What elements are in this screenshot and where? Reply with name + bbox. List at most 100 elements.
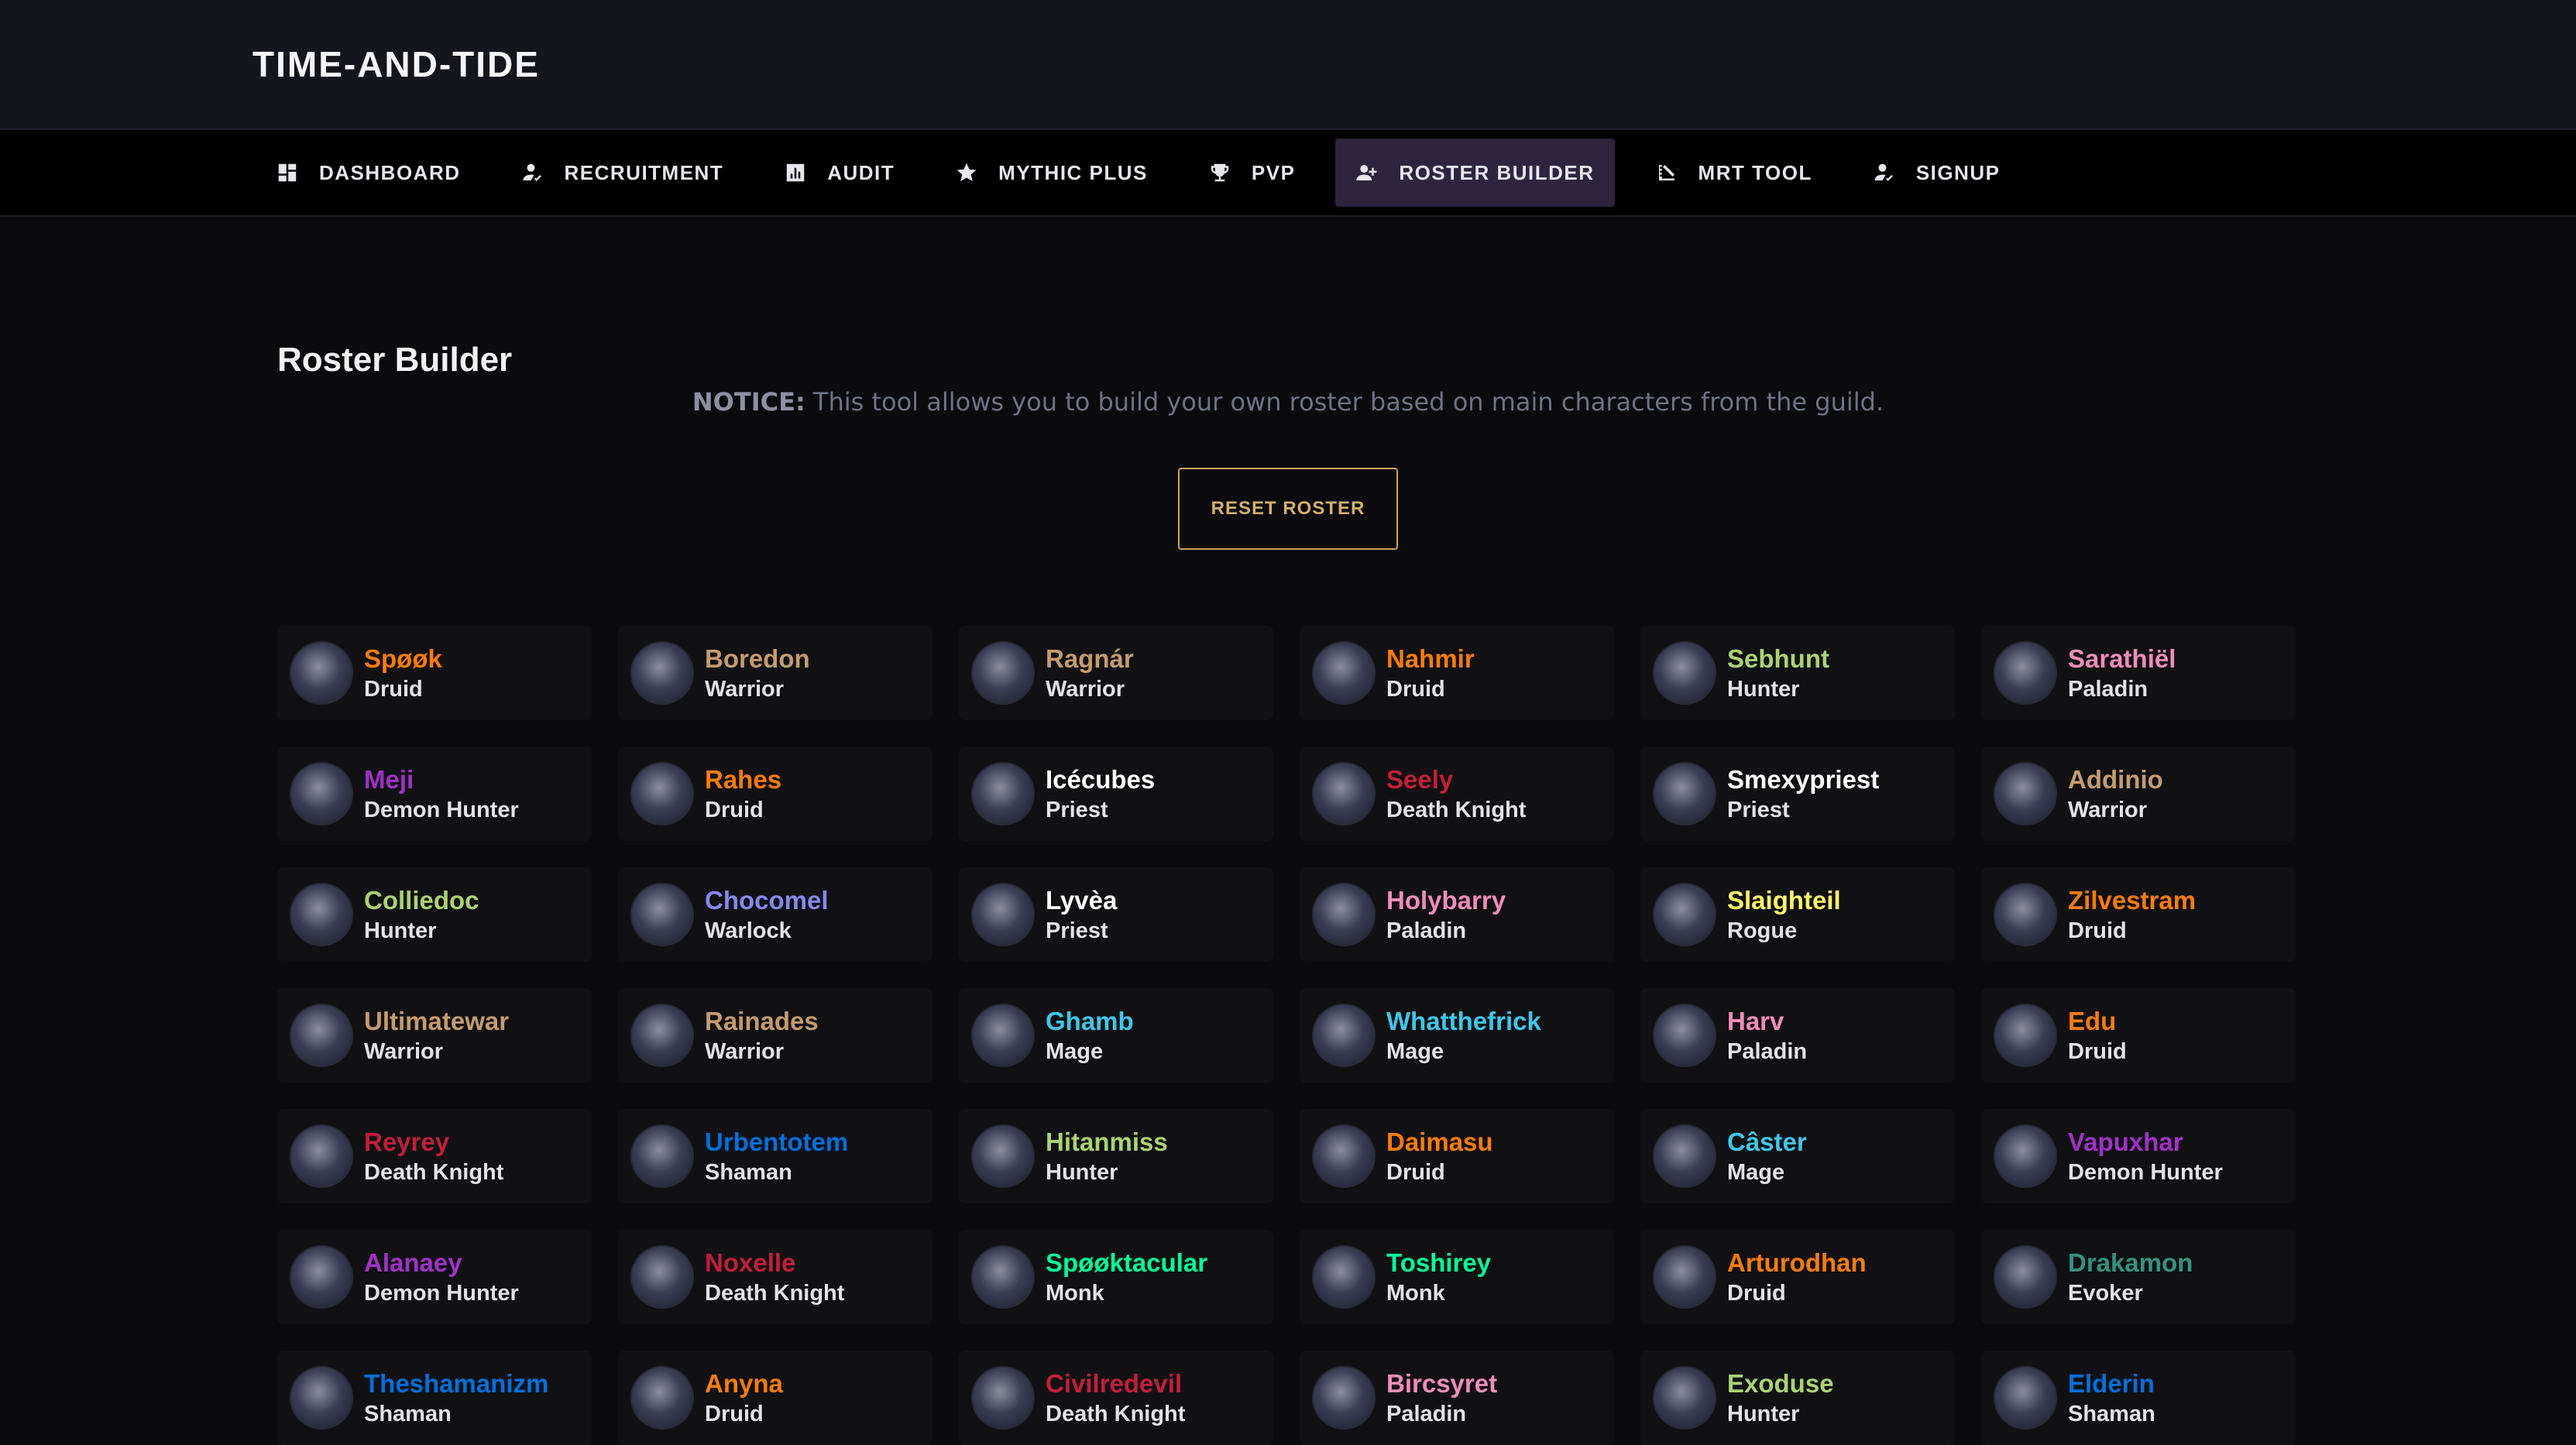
character-avatar <box>1312 1245 1376 1309</box>
character-card[interactable]: Alanaey Demon Hunter <box>277 1230 592 1324</box>
character-card[interactable]: Addinio Warrior <box>1981 747 2296 841</box>
character-name: Noxelle <box>705 1248 796 1278</box>
person-check-icon <box>521 161 544 184</box>
character-class: Paladin <box>1386 918 1467 943</box>
character-card[interactable]: Ghamb Mage <box>959 988 1273 1083</box>
character-card[interactable]: Meji Demon Hunter <box>277 747 592 841</box>
character-card[interactable]: Daimasu Druid <box>1300 1109 1614 1203</box>
character-card[interactable]: Exoduse Hunter <box>1640 1351 1955 1445</box>
character-class: Druid <box>1386 1159 1445 1185</box>
character-class: Demon Hunter <box>2068 1159 2223 1185</box>
group-add-icon <box>1355 161 1379 184</box>
nav-label: DASHBOARD <box>319 160 461 184</box>
character-avatar <box>630 1245 694 1309</box>
character-avatar <box>971 883 1035 946</box>
character-avatar <box>290 1004 353 1067</box>
character-card[interactable]: Lyvèa Priest <box>959 867 1273 962</box>
character-class: Warrior <box>705 1038 785 1064</box>
character-card[interactable]: Nahmir Druid <box>1300 626 1614 720</box>
character-name: Harv <box>1727 1007 1784 1036</box>
notice-label: NOTICE: <box>692 387 805 417</box>
character-card[interactable]: Drakamon Evoker <box>1981 1230 2296 1324</box>
character-card[interactable]: Bircsyret Paladin <box>1300 1351 1614 1445</box>
character-class: Priest <box>1046 797 1108 822</box>
character-class: Druid <box>2068 1038 2127 1064</box>
character-class: Druid <box>705 797 764 822</box>
nav-audit[interactable]: AUDIT <box>764 139 915 207</box>
character-class: Hunter <box>364 918 437 943</box>
character-name: Addinio <box>2068 765 2163 795</box>
character-name: Ghamb <box>1046 1007 1134 1036</box>
character-card[interactable]: Chocomel Warlock <box>618 867 933 962</box>
character-class: Druid <box>2068 918 2127 943</box>
character-avatar <box>1312 883 1376 946</box>
character-card[interactable]: Ultimatewar Warrior <box>277 988 592 1083</box>
character-avatar <box>290 641 353 705</box>
character-card[interactable]: Rainades Warrior <box>618 988 933 1083</box>
character-class: Monk <box>1046 1280 1104 1306</box>
character-card[interactable]: Holybarry Paladin <box>1300 867 1614 962</box>
character-card[interactable]: Colliedoc Hunter <box>277 867 592 962</box>
nav-dashboard[interactable]: DASHBOARD <box>256 139 481 207</box>
nav-pvp[interactable]: PVP <box>1188 139 1316 207</box>
character-class: Mage <box>1386 1038 1444 1064</box>
character-name: Seely <box>1386 765 1454 795</box>
character-card[interactable]: Whatthefrick Mage <box>1300 988 1614 1083</box>
character-card[interactable]: Noxelle Death Knight <box>618 1230 933 1324</box>
nav-recruitment[interactable]: RECRUITMENT <box>501 139 744 207</box>
character-card[interactable]: Sebhunt Hunter <box>1640 626 1955 720</box>
character-card[interactable]: Civilredevil Death Knight <box>959 1351 1273 1445</box>
character-card[interactable]: Câster Mage <box>1640 1109 1955 1203</box>
nav-signup[interactable]: SIGNUP <box>1853 139 2021 207</box>
character-class: Paladin <box>1386 1401 1467 1426</box>
character-class: Shaman <box>2068 1401 2155 1426</box>
character-card[interactable]: Sarathiël Paladin <box>1981 626 2296 720</box>
character-class: Paladin <box>1727 1038 1808 1064</box>
nav-mrt-tool[interactable]: MRT TOOL <box>1635 139 1832 207</box>
character-name: Smexypriest <box>1727 765 1880 795</box>
character-class: Monk <box>1386 1280 1445 1306</box>
character-card[interactable]: Theshamanizm Shaman <box>277 1351 592 1445</box>
character-name: Rahes <box>705 765 782 795</box>
notice-body: This tool allows you to build your own r… <box>812 387 1884 417</box>
character-card[interactable]: Vapuxhar Demon Hunter <box>1981 1109 2296 1203</box>
nav-label: RECRUITMENT <box>564 160 724 184</box>
character-card[interactable]: Smexypriest Priest <box>1640 747 1955 841</box>
character-card[interactable]: Zilvestram Druid <box>1981 867 2296 962</box>
character-card[interactable]: Spøøktacular Monk <box>959 1230 1273 1324</box>
character-card[interactable]: Toshirey Monk <box>1300 1230 1614 1324</box>
character-card[interactable]: Ragnár Warrior <box>959 626 1273 720</box>
character-card[interactable]: Slaighteil Rogue <box>1640 867 1955 962</box>
character-name: Theshamanizm <box>364 1369 549 1399</box>
character-card[interactable]: Arturodhan Druid <box>1640 1230 1955 1324</box>
character-name: Whatthefrick <box>1386 1007 1541 1036</box>
character-avatar <box>971 762 1035 825</box>
nav-label: SIGNUP <box>1915 160 2001 184</box>
nav-roster-builder[interactable]: ROSTER BUILDER <box>1335 139 1615 207</box>
character-card[interactable]: Urbentotem Shaman <box>618 1109 933 1203</box>
character-card[interactable]: Seely Death Knight <box>1300 747 1614 841</box>
character-card[interactable]: Rahes Druid <box>618 747 933 841</box>
character-name: Arturodhan <box>1727 1248 1867 1278</box>
character-avatar <box>630 1004 694 1067</box>
character-card[interactable]: Reyrey Death Knight <box>277 1109 592 1203</box>
character-avatar <box>1312 1366 1376 1430</box>
character-card[interactable]: Boredon Warrior <box>618 626 933 720</box>
reset-roster-button[interactable]: RESET ROSTER <box>1178 468 1398 550</box>
character-avatar <box>1994 1124 2057 1188</box>
character-class: Hunter <box>1727 676 1800 702</box>
character-class: Warrior <box>364 1038 444 1064</box>
app-title[interactable]: TIME-AND-TIDE <box>252 43 540 85</box>
character-class: Evoker <box>2068 1280 2143 1306</box>
character-card[interactable]: Harv Paladin <box>1640 988 1955 1083</box>
character-card[interactable]: Anyna Druid <box>618 1351 933 1445</box>
character-card[interactable]: Hitanmiss Hunter <box>959 1109 1273 1203</box>
character-card[interactable]: Edu Druid <box>1981 988 2296 1083</box>
character-avatar <box>1994 1366 2057 1430</box>
character-card[interactable]: Icécubes Priest <box>959 747 1273 841</box>
character-card[interactable]: Elderin Shaman <box>1981 1351 2296 1445</box>
character-card[interactable]: Spøøk Druid <box>277 626 592 720</box>
character-class: Demon Hunter <box>364 797 519 822</box>
nav-mythic-plus[interactable]: MYTHIC PLUS <box>935 139 1168 207</box>
character-class: Shaman <box>364 1401 452 1426</box>
